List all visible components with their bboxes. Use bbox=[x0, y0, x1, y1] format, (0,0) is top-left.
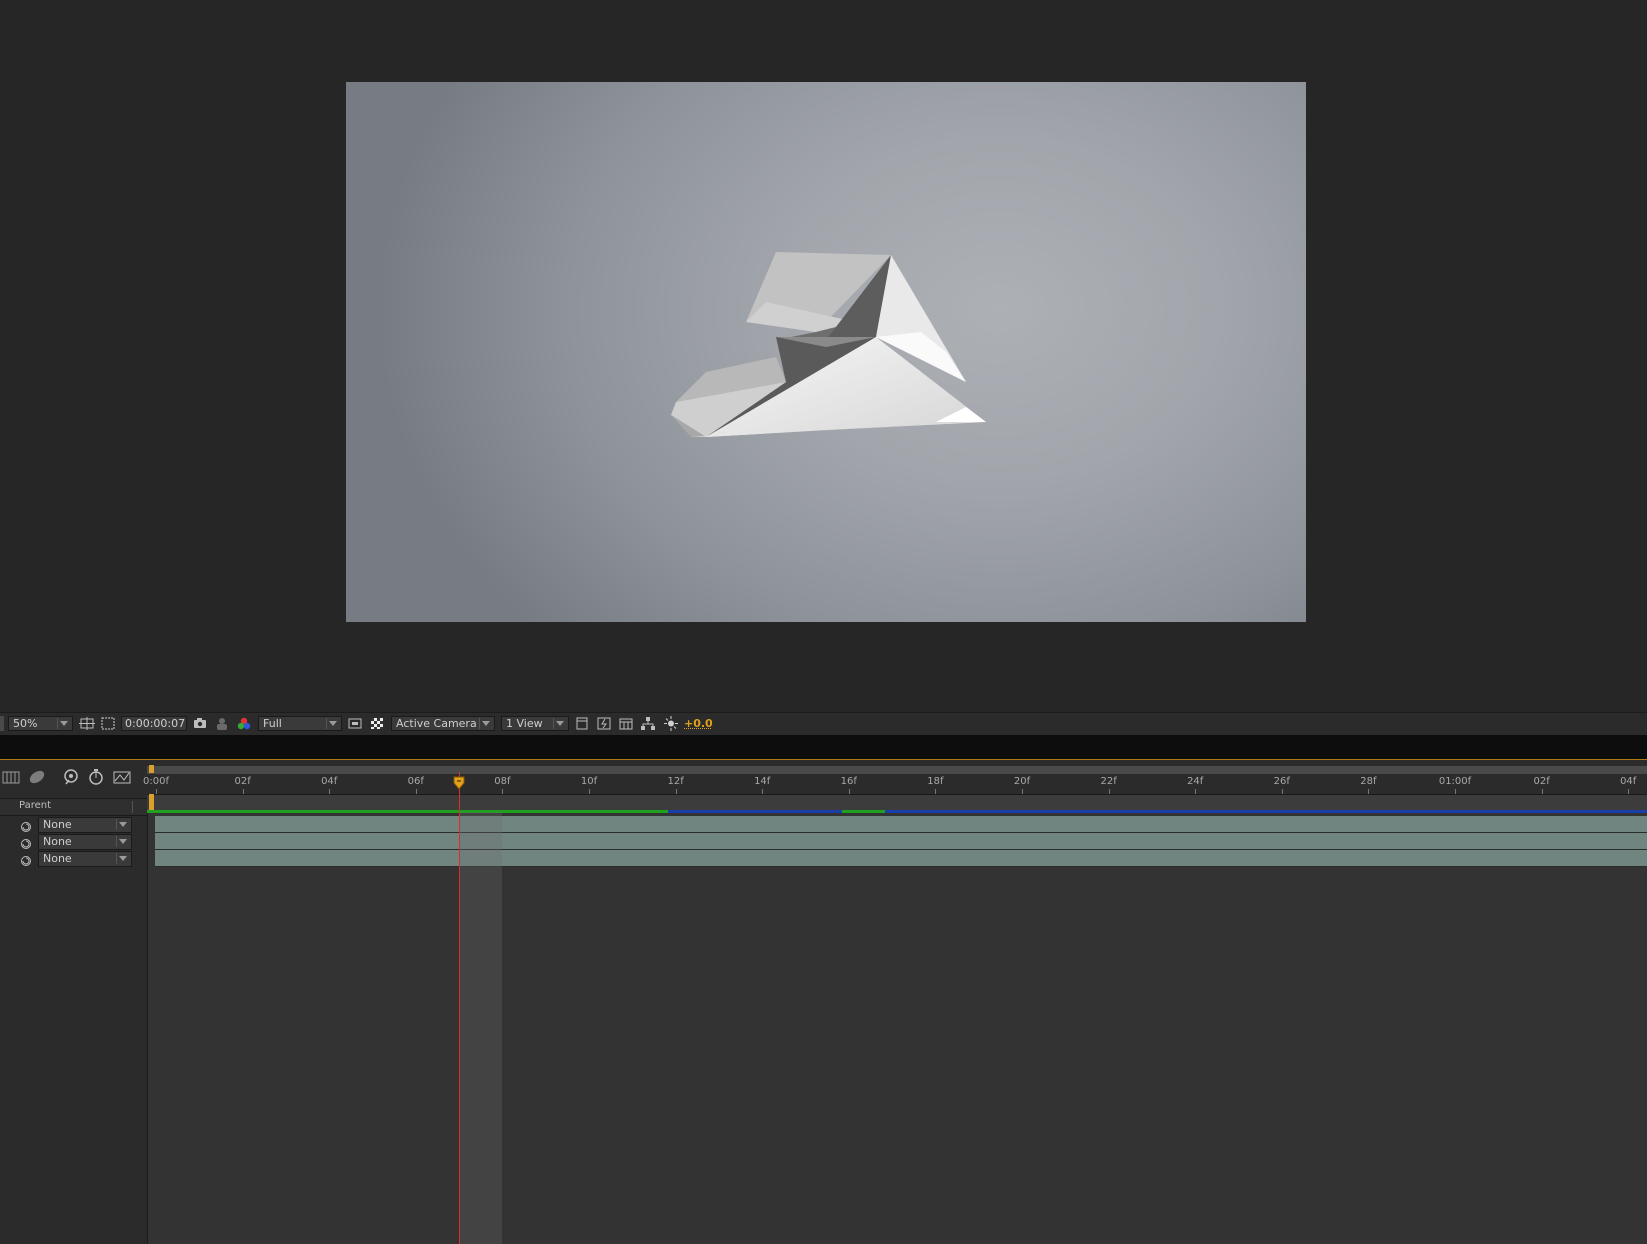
in-point-marker[interactable] bbox=[149, 794, 154, 810]
view-layout-dropdown[interactable]: 1 View bbox=[501, 716, 569, 731]
chevron-down-icon bbox=[60, 721, 68, 726]
draft-3d-icon[interactable] bbox=[2, 768, 20, 786]
3d-folded-shape-render bbox=[671, 252, 986, 437]
toggle-pixel-aspect-icon[interactable] bbox=[574, 716, 590, 731]
timeline-toggle-icon[interactable] bbox=[618, 716, 634, 731]
cache-segment-disk bbox=[885, 810, 1647, 813]
ruler-tick-label: 18f bbox=[927, 776, 944, 787]
mask-visibility-icon[interactable] bbox=[100, 716, 116, 731]
parent-dropdown[interactable]: None bbox=[38, 817, 132, 833]
ruler-tick-label: 12f bbox=[667, 776, 684, 787]
current-time-value: 0:00:00:07 bbox=[125, 717, 186, 730]
ruler-tick-label: 02f bbox=[234, 776, 251, 787]
work-area-start-handle[interactable] bbox=[149, 765, 154, 773]
fast-previews-icon[interactable] bbox=[596, 716, 612, 731]
resolution-dropdown[interactable]: Full bbox=[258, 716, 342, 731]
3d-view-value: Active Camera bbox=[396, 717, 477, 730]
cache-segment-ram bbox=[842, 810, 885, 813]
motion-blur-icon[interactable] bbox=[87, 768, 105, 786]
parent-column-label: Parent bbox=[19, 800, 52, 811]
parent-dropdown[interactable]: None bbox=[38, 851, 132, 867]
current-time-indicator-line[interactable] bbox=[459, 772, 460, 1244]
ruler-tick-label: 0:00f bbox=[143, 776, 169, 787]
current-time-display[interactable]: 0:00:00:07 bbox=[121, 716, 187, 731]
ruler-tick-label: 02f bbox=[1533, 776, 1550, 787]
pickwhip-icon[interactable] bbox=[20, 852, 32, 866]
exposure-value[interactable]: +0.0 bbox=[684, 717, 713, 732]
timeline-switches-toolbar bbox=[0, 760, 147, 794]
chevron-down-icon bbox=[119, 856, 127, 861]
ruler-tick-label: 16f bbox=[840, 776, 857, 787]
hide-shy-layers-icon[interactable] bbox=[28, 768, 46, 786]
transparency-grid-icon[interactable] bbox=[369, 716, 385, 731]
magnification-value: 50% bbox=[13, 717, 38, 730]
composition-frame[interactable] bbox=[346, 82, 1306, 622]
composition-viewer[interactable] bbox=[0, 0, 1647, 708]
chevron-down-icon bbox=[482, 721, 490, 726]
cache-segment-disk bbox=[668, 810, 842, 813]
layer-row-1[interactable]: None bbox=[0, 816, 147, 833]
3d-view-dropdown[interactable]: Active Camera bbox=[391, 716, 495, 731]
ruler-tick-label: 22f bbox=[1100, 776, 1117, 787]
layer-bar-1[interactable] bbox=[155, 816, 1647, 833]
color-channels-icon[interactable] bbox=[236, 716, 252, 731]
cache-segment-ram bbox=[147, 810, 668, 813]
panel-divider bbox=[0, 735, 1647, 759]
parent-column-header[interactable]: Parent bbox=[0, 798, 147, 816]
ruler-tick-label: 08f bbox=[494, 776, 511, 787]
chevron-down-icon bbox=[329, 721, 337, 726]
current-frame-highlight bbox=[459, 812, 502, 1244]
region-of-interest-icon[interactable] bbox=[347, 716, 363, 731]
panel-edge-handle[interactable] bbox=[0, 716, 4, 731]
layer-bar-2[interactable] bbox=[155, 833, 1647, 850]
layer-row-3[interactable]: None bbox=[0, 850, 147, 867]
snapshot-camera-icon[interactable] bbox=[192, 716, 208, 731]
layer-row-2[interactable]: None bbox=[0, 833, 147, 850]
ruler-tick-label: 06f bbox=[407, 776, 424, 787]
show-snapshot-icon[interactable] bbox=[214, 716, 230, 731]
work-area-bar[interactable] bbox=[147, 766, 1647, 774]
ruler-tick-label: 24f bbox=[1187, 776, 1204, 787]
resolution-value: Full bbox=[263, 717, 282, 730]
ruler-tick-label: 01:00f bbox=[1438, 776, 1472, 787]
parent-value: None bbox=[43, 818, 72, 831]
chevron-down-icon bbox=[119, 839, 127, 844]
ruler-tick-label: 14f bbox=[754, 776, 771, 787]
ruler-tick-label: 04f bbox=[1620, 776, 1637, 787]
flowchart-icon[interactable] bbox=[640, 716, 656, 731]
time-ruler-labels: 0:00f 02f 04f 06f 08f 10f 12f 14f 16f 18f 20f 22f 24… bbox=[143, 776, 1647, 794]
frame-blending-icon[interactable] bbox=[62, 768, 80, 786]
viewer-toolbar: 50% 0:00:00:07 Full Active Camera 1 View bbox=[0, 712, 1647, 735]
magnification-dropdown[interactable]: 50% bbox=[8, 716, 73, 731]
graph-editor-icon[interactable] bbox=[113, 768, 131, 786]
ruler-tick-label: 28f bbox=[1360, 776, 1377, 787]
layer-outline-panel: Parent None None None bbox=[0, 760, 148, 1244]
parent-value: None bbox=[43, 852, 72, 865]
reset-exposure-icon[interactable] bbox=[663, 716, 679, 731]
view-layout-value: 1 View bbox=[506, 717, 543, 730]
ruler-tick-label: 04f bbox=[321, 776, 338, 787]
parent-dropdown[interactable]: None bbox=[38, 834, 132, 850]
render-cache-row bbox=[147, 794, 1647, 813]
ruler-tick-label: 26f bbox=[1273, 776, 1290, 787]
timeline-panel: Parent None None None 0:00f 02f 04f 06f … bbox=[0, 760, 1647, 1244]
safe-zones-icon[interactable] bbox=[79, 716, 95, 731]
pickwhip-icon[interactable] bbox=[20, 835, 32, 849]
chevron-down-icon bbox=[119, 822, 127, 827]
ruler-tick-label: 10f bbox=[580, 776, 598, 787]
pickwhip-icon[interactable] bbox=[20, 818, 32, 832]
ruler-tick-label: 20f bbox=[1013, 776, 1031, 787]
chevron-down-icon bbox=[556, 721, 564, 726]
current-time-indicator-handle-icon[interactable] bbox=[452, 775, 466, 790]
layer-bar-3[interactable] bbox=[155, 850, 1647, 867]
parent-value: None bbox=[43, 835, 72, 848]
